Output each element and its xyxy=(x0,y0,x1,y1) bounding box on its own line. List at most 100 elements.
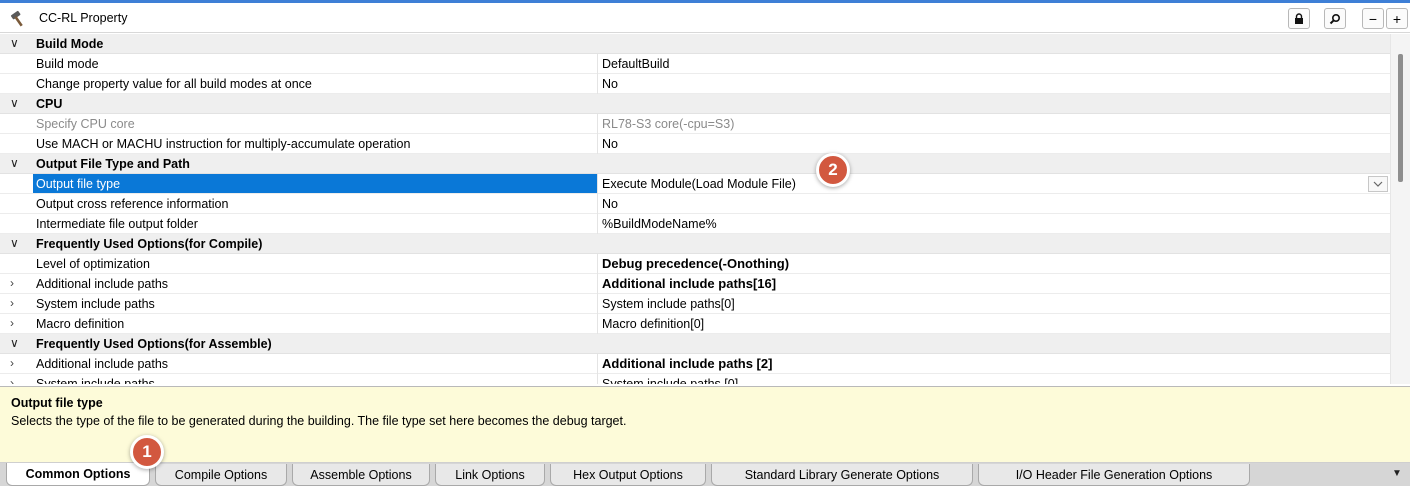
property-row[interactable]: › Additional include paths Additional incl… xyxy=(0,274,1390,294)
chevron-right-icon[interactable]: › xyxy=(10,376,26,384)
property-value[interactable]: Execute Module(Load Module File) xyxy=(602,177,796,191)
property-row[interactable]: Use MACH or MACHU instruction for multip… xyxy=(0,134,1390,154)
lock-button[interactable] xyxy=(1288,8,1310,29)
property-value[interactable]: Macro definition[0] xyxy=(602,317,704,331)
property-row[interactable]: › System include paths System include path… xyxy=(0,374,1390,384)
property-name: Specify CPU core xyxy=(36,117,135,131)
chevron-right-icon xyxy=(10,56,26,72)
property-name: Additional include paths xyxy=(36,357,169,371)
property-row[interactable]: › System include paths System include path… xyxy=(0,294,1390,314)
column-divider xyxy=(597,254,598,274)
chevron-right-icon xyxy=(10,176,26,192)
column-divider xyxy=(597,374,598,384)
callout-badge-2: 2 xyxy=(816,153,850,187)
property-value[interactable]: Additional include paths[16] xyxy=(602,276,776,291)
chevron-right-icon[interactable]: › xyxy=(10,296,26,312)
property-name: Use MACH or MACHU instruction for multip… xyxy=(36,137,411,151)
property-name: Build mode xyxy=(36,57,99,71)
property-row[interactable]: Specify CPU core RL78-S3 core(-cpu=S3) xyxy=(0,114,1390,134)
chevron-down-icon[interactable]: ∨ xyxy=(10,36,26,52)
property-value[interactable]: No xyxy=(602,137,618,151)
property-value[interactable]: System include paths [0] xyxy=(602,377,738,384)
property-value[interactable]: No xyxy=(602,77,618,91)
property-row[interactable]: Change property value for all build mode… xyxy=(0,74,1390,94)
chevron-right-icon xyxy=(10,76,26,92)
category-label: Output File Type and Path xyxy=(36,157,190,171)
column-divider xyxy=(597,214,598,234)
property-name: System include paths xyxy=(36,297,155,311)
expand-all-button[interactable]: + xyxy=(1386,8,1408,29)
chevron-right-icon xyxy=(10,216,26,232)
property-category-row[interactable]: ∨ Build Mode xyxy=(0,34,1390,54)
chevron-down-icon[interactable]: ∨ xyxy=(10,96,26,112)
chevron-down-icon[interactable]: ∨ xyxy=(10,156,26,172)
property-name: Macro definition xyxy=(36,317,125,331)
property-row[interactable]: Output cross reference information No xyxy=(0,194,1390,214)
column-divider xyxy=(597,294,598,314)
minus-icon: − xyxy=(1368,10,1378,27)
description-text: Selects the type of the file to be gener… xyxy=(11,414,627,428)
property-category-row[interactable]: ∨ Frequently Used Options(for Assemble) xyxy=(0,334,1390,354)
property-grid-scrollbar[interactable] xyxy=(1390,34,1410,384)
column-divider xyxy=(597,54,598,74)
property-category-row[interactable]: ∨ Frequently Used Options(for Compile) xyxy=(0,234,1390,254)
callout-badge-1: 1 xyxy=(130,435,164,469)
column-divider xyxy=(597,194,598,214)
chevron-right-icon xyxy=(10,116,26,132)
column-divider xyxy=(597,174,598,194)
column-divider xyxy=(597,354,598,374)
tab-standard-library-generate-options[interactable]: Standard Library Generate Options xyxy=(711,464,973,486)
property-name: Output file type xyxy=(33,174,597,193)
property-value[interactable]: RL78-S3 core(-cpu=S3) xyxy=(602,117,734,131)
search-icon xyxy=(1329,13,1341,24)
category-label: Build Mode xyxy=(36,37,104,51)
lock-icon xyxy=(1295,12,1303,24)
chevron-down-icon[interactable]: ∨ xyxy=(10,336,26,352)
category-label: Frequently Used Options(for Compile) xyxy=(36,237,263,251)
property-row[interactable]: Intermediate file output folder %BuildMod… xyxy=(0,214,1390,234)
property-name: Level of optimization xyxy=(36,257,150,271)
property-row[interactable]: › Macro definition Macro definition[0] xyxy=(0,314,1390,334)
property-value[interactable]: System include paths[0] xyxy=(602,297,735,311)
tab-io-header-file-generation-options[interactable]: I/O Header File Generation Options xyxy=(978,464,1250,486)
chevron-right-icon xyxy=(10,256,26,272)
category-label: Frequently Used Options(for Assemble) xyxy=(36,337,272,351)
search-button[interactable] xyxy=(1324,8,1346,29)
option-tabs: Common Options Compile Options Assemble … xyxy=(0,463,1410,486)
property-value[interactable]: %BuildModeName% xyxy=(602,217,717,231)
collapse-all-button[interactable]: − xyxy=(1362,8,1384,29)
tab-compile-options[interactable]: Compile Options xyxy=(155,464,287,486)
property-value[interactable]: Debug precedence(-Onothing) xyxy=(602,256,789,271)
scrollbar-thumb[interactable] xyxy=(1398,54,1403,182)
tab-hex-output-options[interactable]: Hex Output Options xyxy=(550,464,706,486)
property-row[interactable]: Level of optimization Debug precedence(-O… xyxy=(0,254,1390,274)
window-title: CC-RL Property xyxy=(39,11,128,25)
column-divider xyxy=(597,314,598,334)
chevron-down-icon[interactable]: ∨ xyxy=(10,236,26,252)
plus-icon: + xyxy=(1392,10,1402,27)
property-category-row[interactable]: ∨ Output File Type and Path xyxy=(0,154,1390,174)
chevron-right-icon xyxy=(10,136,26,152)
tab-link-options[interactable]: Link Options xyxy=(435,464,545,486)
property-value[interactable]: Additional include paths [2] xyxy=(602,356,772,371)
property-name: Intermediate file output folder xyxy=(36,217,198,231)
property-row[interactable]: Output file type Execute Module(Load Modu… xyxy=(0,174,1390,194)
chevron-right-icon[interactable]: › xyxy=(10,356,26,372)
column-divider xyxy=(597,274,598,294)
chevron-right-icon[interactable]: › xyxy=(10,316,26,332)
tabs-overflow-icon[interactable]: ▼ xyxy=(1392,468,1402,479)
hammer-icon xyxy=(9,10,27,28)
chevron-right-icon xyxy=(10,196,26,212)
tab-common-options[interactable]: Common Options xyxy=(6,463,150,486)
property-row[interactable]: › Additional include paths Additional incl… xyxy=(0,354,1390,374)
chevron-right-icon[interactable]: › xyxy=(10,276,26,292)
property-name: Output cross reference information xyxy=(36,197,229,211)
property-category-row[interactable]: ∨ CPU xyxy=(0,94,1390,114)
tab-assemble-options[interactable]: Assemble Options xyxy=(292,464,430,486)
property-row[interactable]: Build mode DefaultBuild xyxy=(0,54,1390,74)
property-value[interactable]: DefaultBuild xyxy=(602,57,669,71)
dropdown-button[interactable] xyxy=(1368,176,1388,192)
property-name: Change property value for all build mode… xyxy=(36,77,312,91)
property-value[interactable]: No xyxy=(602,197,618,211)
property-grid: ∨ Build Mode Build mode DefaultBuild Change … xyxy=(0,34,1390,384)
